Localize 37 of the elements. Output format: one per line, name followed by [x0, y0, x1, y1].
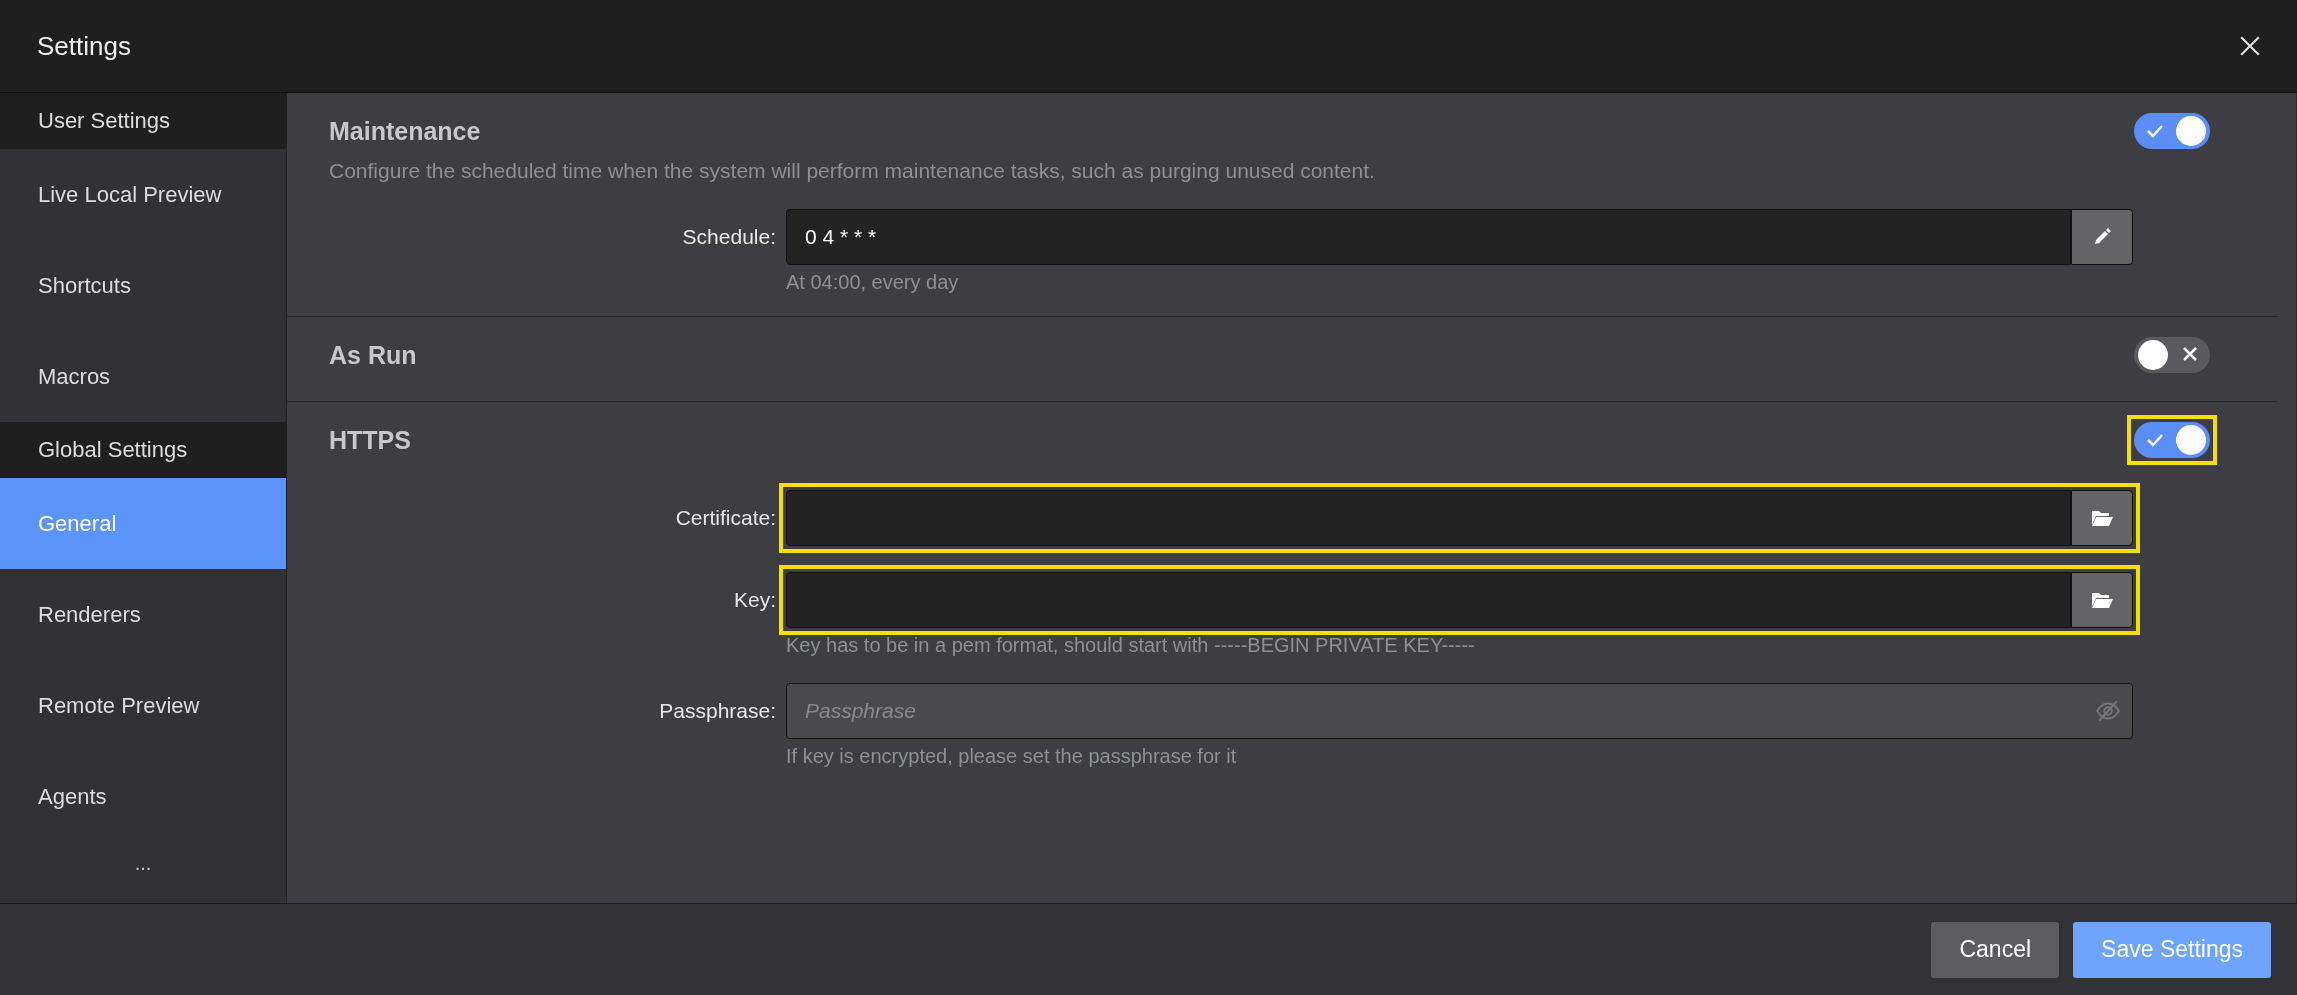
close-icon[interactable] — [2239, 35, 2261, 57]
toggle-switch[interactable] — [2134, 422, 2210, 458]
field-hint: At 04:00, every day — [786, 271, 960, 294]
sidebar-group-header: User Settings — [0, 93, 286, 149]
browse-button[interactable] — [2071, 572, 2133, 628]
browse-button[interactable] — [2071, 490, 2133, 546]
x-icon — [2182, 346, 2198, 362]
more-indicator: ... — [133, 851, 153, 875]
pencil-icon — [2092, 227, 2112, 247]
passphrase-field[interactable]: Passphrase — [786, 683, 2133, 739]
folder-icon — [2090, 590, 2114, 610]
field-label: Passphrase: — [658, 699, 776, 723]
field-label: Certificate: — [674, 506, 776, 530]
folder-icon — [2090, 508, 2114, 528]
sidebar-item[interactable]: Macros — [0, 331, 286, 422]
sidebar-item[interactable]: Shortcuts — [0, 240, 286, 331]
cancel-button[interactable]: Cancel — [1931, 921, 2060, 978]
input-field[interactable] — [786, 572, 2071, 628]
edit-button[interactable] — [2071, 209, 2133, 265]
section-title: Maintenance — [329, 116, 481, 146]
section-title: As Run — [329, 340, 417, 370]
sidebar-item[interactable]: Agents — [0, 751, 286, 842]
input-field[interactable] — [786, 490, 2071, 546]
window-title: Settings — [37, 30, 131, 62]
section-description: Configure the scheduled time when the system will perform maintenance tasks, such as purging unused content. — [329, 159, 1376, 183]
sidebar-group-header: Global Settings — [0, 422, 286, 478]
sidebar-item[interactable]: Remote Preview — [0, 660, 286, 751]
toggle-switch[interactable] — [2134, 337, 2210, 373]
sidebar-item[interactable]: Live Local Preview — [0, 149, 286, 240]
toggle-switch[interactable] — [2134, 113, 2210, 149]
field-label: Key: — [732, 588, 776, 612]
field-hint: Key has to be in a pem format, should start with -----BEGIN PRIVATE KEY----- — [786, 634, 1476, 657]
field-hint: If key is encrypted, please set the passphrase for it — [786, 745, 1238, 768]
sidebar-item[interactable]: Renderers — [0, 569, 286, 660]
section-title: HTTPS — [329, 425, 411, 455]
field-label: Schedule: — [681, 225, 776, 249]
input-field[interactable]: 0 4 * * * — [786, 209, 2071, 265]
